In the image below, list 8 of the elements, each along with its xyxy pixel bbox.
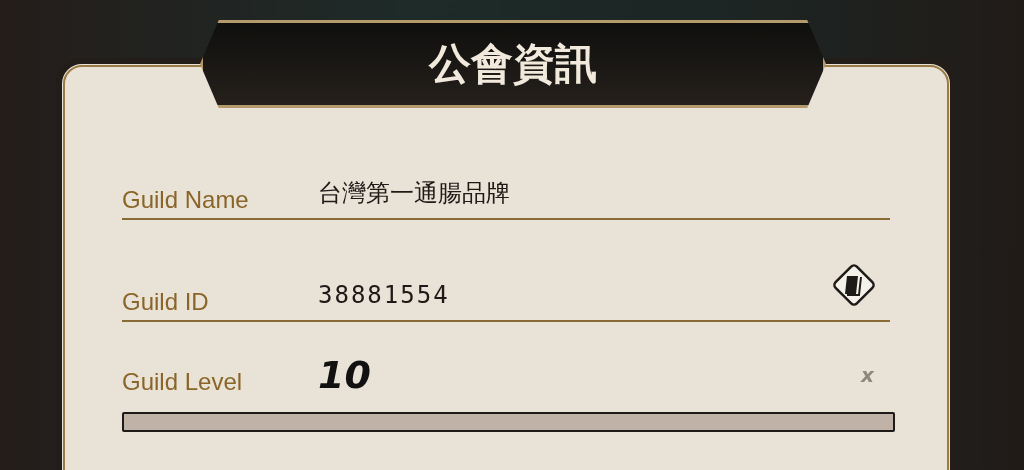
panel-title: 公會資訊: [429, 38, 597, 90]
field-value: 38881554: [318, 281, 451, 309]
field-label: Guild Name: [122, 185, 250, 214]
level-label: Guild Level: [122, 367, 244, 396]
field-label: Guild ID: [122, 287, 210, 316]
field-value: 台灣第一通腸品牌: [318, 178, 511, 209]
level-multiplier: x: [861, 363, 874, 387]
level-value: 10: [318, 353, 372, 397]
